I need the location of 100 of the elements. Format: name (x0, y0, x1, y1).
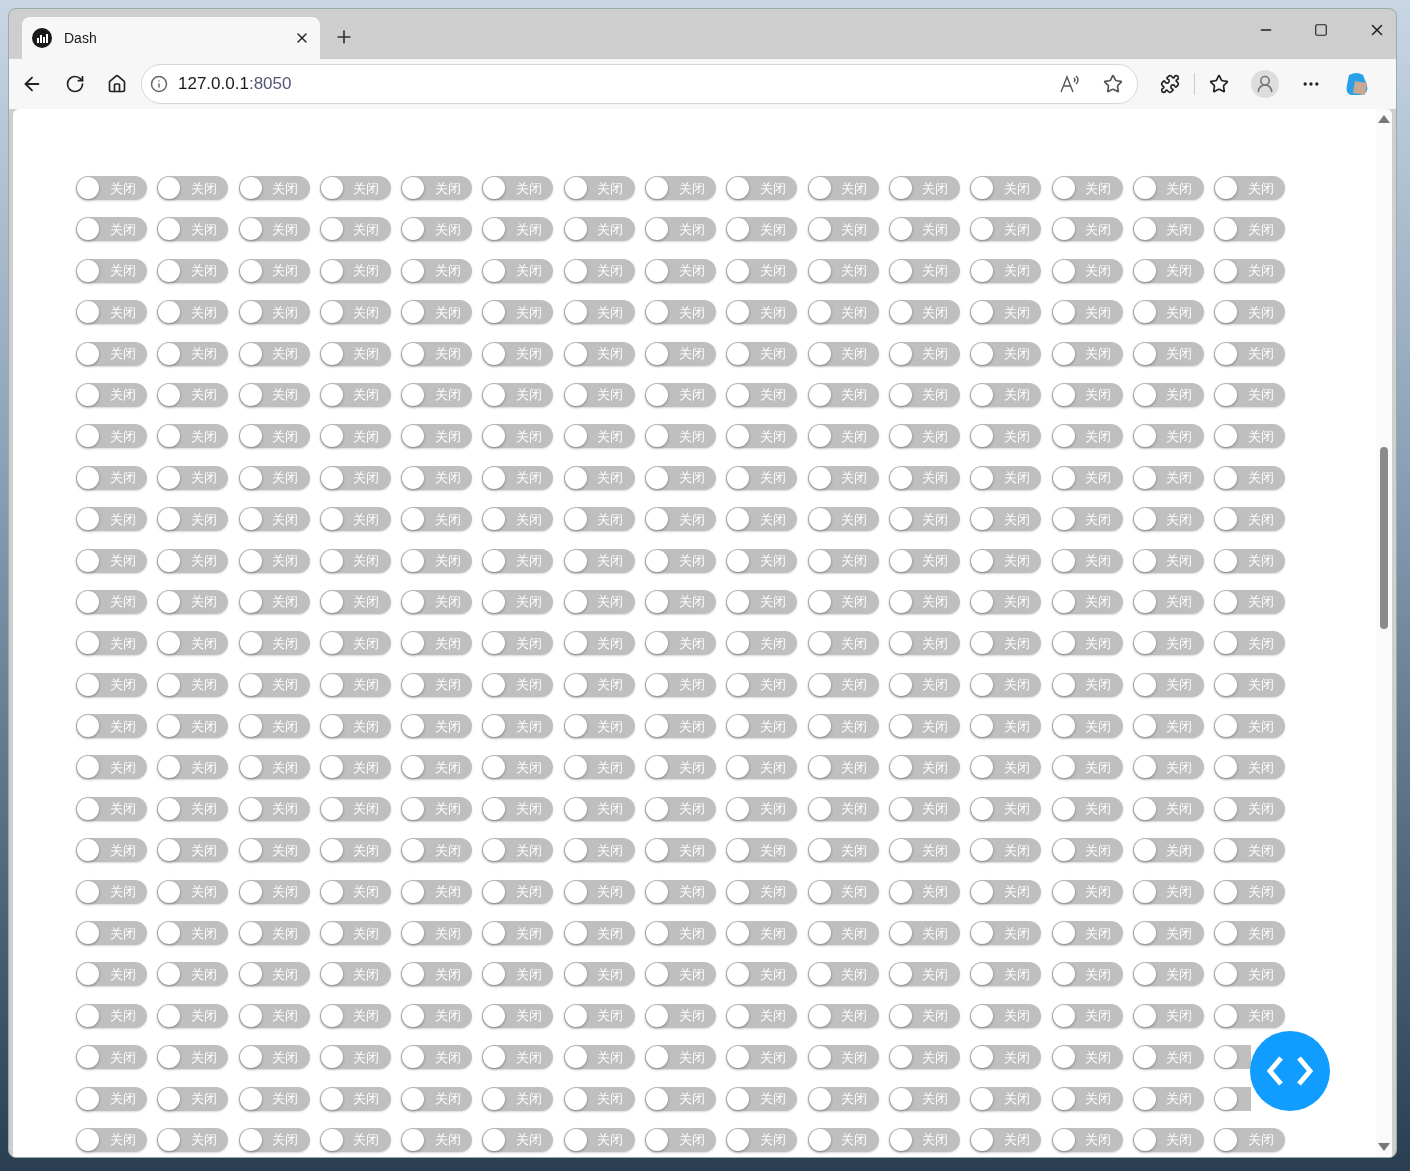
toggle-switch[interactable]: 关闭 (888, 1086, 960, 1111)
toggle-switch[interactable]: 关闭 (238, 424, 310, 449)
toggle-switch[interactable]: 关闭 (807, 714, 879, 739)
toggle-switch[interactable]: 关闭 (76, 341, 147, 366)
toggle-switch[interactable]: 关闭 (970, 589, 1042, 614)
toggle-switch[interactable]: 关闭 (401, 714, 473, 739)
toggle-switch[interactable]: 关闭 (1051, 879, 1123, 904)
toggle-switch[interactable]: 关闭 (401, 507, 473, 532)
toggle-switch[interactable]: 关闭 (807, 548, 879, 573)
toggle-switch[interactable]: 关闭 (888, 382, 960, 407)
reload-icon[interactable] (65, 74, 85, 94)
toggle-switch[interactable]: 关闭 (482, 796, 554, 821)
toggle-switch[interactable]: 关闭 (238, 755, 310, 780)
toggle-switch[interactable]: 关闭 (726, 838, 798, 863)
toggle-switch[interactable]: 关闭 (1132, 672, 1204, 697)
toggle-switch[interactable]: 关闭 (401, 217, 473, 242)
toggle-switch[interactable]: 关闭 (1132, 838, 1204, 863)
toggle-switch[interactable]: 关闭 (157, 879, 229, 904)
toggle-switch[interactable]: 关闭 (1051, 424, 1123, 449)
favorite-icon[interactable] (1103, 74, 1123, 94)
toggle-switch[interactable]: 关闭 (1132, 921, 1204, 946)
toggle-switch[interactable]: 关闭 (807, 1003, 879, 1028)
toggle-switch[interactable]: 关闭 (726, 1128, 798, 1152)
toggle-switch[interactable]: 关闭 (482, 921, 554, 946)
toggle-switch[interactable]: 关闭 (970, 714, 1042, 739)
toggle-switch[interactable]: 关闭 (157, 548, 229, 573)
toggle-switch[interactable]: 关闭 (482, 258, 554, 283)
toggle-switch[interactable]: 关闭 (888, 1045, 960, 1070)
toggle-switch[interactable]: 关闭 (970, 879, 1042, 904)
toggle-switch[interactable]: 关闭 (1214, 589, 1286, 614)
toggle-switch[interactable]: 关闭 (76, 1003, 147, 1028)
toggle-switch[interactable]: 关闭 (1051, 796, 1123, 821)
toggle-switch[interactable]: 关闭 (970, 631, 1042, 656)
toggle-switch[interactable]: 关闭 (888, 176, 960, 200)
toggle-switch[interactable]: 关闭 (319, 258, 391, 283)
toggle-switch[interactable]: 关闭 (726, 217, 798, 242)
toggle-switch[interactable]: 关闭 (157, 465, 229, 490)
toggle-switch[interactable]: 关闭 (726, 465, 798, 490)
toggle-switch[interactable]: 关闭 (888, 1128, 960, 1152)
toggle-switch[interactable]: 关闭 (645, 1045, 717, 1070)
toggle-switch[interactable]: 关闭 (238, 714, 310, 739)
toggle-switch[interactable]: 关闭 (238, 217, 310, 242)
toggle-switch[interactable]: 关闭 (238, 341, 310, 366)
toggle-switch[interactable]: 关闭 (645, 879, 717, 904)
toggle-switch[interactable]: 关闭 (970, 921, 1042, 946)
toggle-switch[interactable]: 关闭 (726, 755, 798, 780)
toggle-switch[interactable]: 关闭 (563, 796, 635, 821)
toggle-switch[interactable]: 关闭 (157, 1045, 229, 1070)
toggle-switch[interactable]: 关闭 (1051, 962, 1123, 987)
toggle-switch[interactable]: 关闭 (157, 921, 229, 946)
toggle-switch[interactable]: 关闭 (645, 300, 717, 325)
toggle-switch[interactable]: 关闭 (888, 217, 960, 242)
toggle-switch[interactable]: 关闭 (238, 796, 310, 821)
extensions-icon[interactable] (1160, 74, 1180, 94)
toggle-switch[interactable]: 关闭 (563, 507, 635, 532)
toggle-switch[interactable]: 关闭 (645, 1128, 717, 1152)
toggle-switch[interactable]: 关闭 (1214, 796, 1286, 821)
toggle-switch[interactable]: 关闭 (970, 796, 1042, 821)
toggle-switch[interactable]: 关闭 (970, 424, 1042, 449)
toggle-switch[interactable]: 关闭 (645, 755, 717, 780)
toggle-switch[interactable]: 关闭 (157, 1086, 229, 1111)
toggle-switch[interactable]: 关闭 (482, 217, 554, 242)
toggle-switch[interactable]: 关闭 (563, 1128, 635, 1152)
toggle-switch[interactable]: 关闭 (1132, 548, 1204, 573)
toggle-switch[interactable]: 关闭 (482, 424, 554, 449)
toggle-switch[interactable]: 关闭 (157, 258, 229, 283)
toggle-switch[interactable]: 关闭 (319, 300, 391, 325)
toggle-switch[interactable]: 关闭 (401, 465, 473, 490)
toggle-switch[interactable]: 关闭 (1214, 921, 1286, 946)
toggle-switch[interactable]: 关闭 (1132, 1086, 1204, 1111)
toggle-switch[interactable]: 关闭 (482, 714, 554, 739)
toggle-switch[interactable]: 关闭 (645, 548, 717, 573)
toggle-switch[interactable]: 关闭 (888, 507, 960, 532)
toggle-switch[interactable]: 关闭 (1132, 341, 1204, 366)
toggle-switch[interactable]: 关闭 (1214, 1003, 1286, 1028)
toggle-switch[interactable]: 关闭 (1132, 1003, 1204, 1028)
toggle-switch[interactable]: 关闭 (888, 341, 960, 366)
toggle-switch[interactable]: 关闭 (157, 424, 229, 449)
toggle-switch[interactable]: 关闭 (807, 300, 879, 325)
toggle-switch[interactable]: 关闭 (645, 589, 717, 614)
toggle-switch[interactable]: 关闭 (807, 921, 879, 946)
toggle-switch[interactable]: 关闭 (76, 1086, 147, 1111)
toggle-switch[interactable]: 关闭 (157, 755, 229, 780)
toggle-switch[interactable]: 关闭 (888, 755, 960, 780)
toggle-switch[interactable]: 关闭 (1132, 631, 1204, 656)
toggle-switch[interactable]: 关闭 (970, 672, 1042, 697)
toggle-switch[interactable]: 关闭 (970, 1086, 1042, 1111)
toggle-switch[interactable]: 关闭 (76, 507, 147, 532)
toggle-switch[interactable]: 关闭 (76, 589, 147, 614)
toggle-switch[interactable]: 关闭 (726, 714, 798, 739)
favorites-list-icon[interactable] (1209, 74, 1229, 94)
toggle-switch[interactable]: 关闭 (482, 962, 554, 987)
toggle-switch[interactable]: 关闭 (1051, 176, 1123, 200)
toggle-switch[interactable]: 关闭 (1051, 341, 1123, 366)
toggle-switch[interactable]: 关闭 (1132, 300, 1204, 325)
toggle-switch[interactable]: 关闭 (401, 796, 473, 821)
toggle-switch[interactable]: 关闭 (76, 300, 147, 325)
toggle-switch[interactable]: 关闭 (157, 796, 229, 821)
toggle-switch[interactable]: 关闭 (1214, 424, 1286, 449)
toggle-switch[interactable]: 关闭 (888, 796, 960, 821)
